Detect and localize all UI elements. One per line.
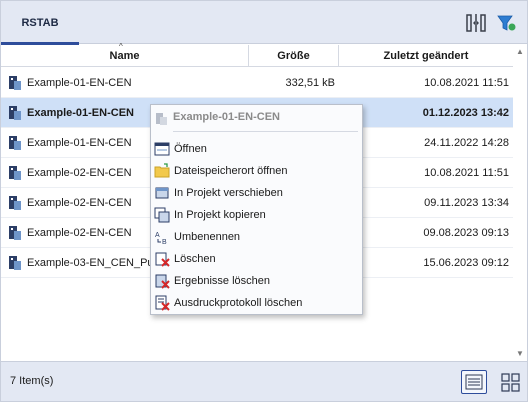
file-modified: 09.11.2023 13:34 xyxy=(424,197,509,209)
file-modified: 10.08.2021 11:51 xyxy=(424,77,509,89)
file-name: Example-01-EN-CEN xyxy=(27,107,134,119)
file-modified: 09.08.2023 09:13 xyxy=(423,227,509,239)
menu-item-label: In Projekt kopieren xyxy=(174,209,266,221)
file-modified: 10.08.2021 11:51 xyxy=(424,167,509,179)
file-name: Example-02-EN-CEN xyxy=(27,197,132,209)
file-modified: 01.12.2023 13:42 xyxy=(422,107,509,119)
rstab-file-icon xyxy=(9,226,21,240)
rstab-file-icon xyxy=(9,256,21,270)
menu-item-label: Umbenennen xyxy=(174,231,241,243)
file-name: Example-03-EN_CEN_Pus xyxy=(27,257,160,269)
rstab-file-icon xyxy=(9,196,21,210)
item-count: 7 Item(s) xyxy=(10,375,54,387)
list-view-icon xyxy=(465,374,483,390)
file-name: Example-01-EN-CEN xyxy=(27,137,132,149)
menu-item-label: Löschen xyxy=(174,253,216,265)
delete-results-icon xyxy=(155,274,170,289)
copy-to-project-icon xyxy=(154,207,170,223)
scroll-up-icon[interactable]: ▲ xyxy=(513,45,527,59)
tab-rstab[interactable]: RSTAB xyxy=(1,1,79,45)
rename-icon: AB xyxy=(155,232,167,245)
list-view-button[interactable] xyxy=(461,370,487,394)
file-name: Example-01-EN-CEN xyxy=(27,77,132,89)
status-bar: 7 Item(s) xyxy=(1,361,527,401)
menu-item-label: In Projekt verschieben xyxy=(174,187,283,199)
file-size: 332,51 kB xyxy=(285,77,335,89)
rstab-file-icon xyxy=(9,166,21,180)
table-header: ^ Name Größe Zuletzt geändert xyxy=(1,42,513,67)
svg-text:B: B xyxy=(162,239,167,245)
context-menu-title: Example-01-EN-CEN xyxy=(173,111,280,123)
grid-view-button[interactable] xyxy=(497,370,523,394)
column-header-size[interactable]: Größe xyxy=(249,45,339,67)
column-header-modified[interactable]: Zuletzt geändert xyxy=(339,45,513,67)
file-modified: 24.11.2022 14:28 xyxy=(424,137,509,149)
menu-item-delete-results[interactable]: Ergebnisse löschen xyxy=(152,270,361,292)
menu-item-label: Öffnen xyxy=(174,143,207,155)
column-header-modified-label: Zuletzt geändert xyxy=(383,50,469,62)
file-name: Example-02-EN-CEN xyxy=(27,167,132,179)
column-header-size-label: Größe xyxy=(277,50,310,62)
rstab-file-icon xyxy=(9,76,21,90)
svg-text:A: A xyxy=(155,232,160,239)
table-row[interactable]: Example-01-EN-CEN 332,51 kB 10.08.2021 1… xyxy=(1,68,513,98)
menu-item-label: Dateispeicherort öffnen xyxy=(174,165,288,177)
menu-item-move-to-project[interactable]: In Projekt verschieben xyxy=(152,182,361,204)
menu-item-rename[interactable]: AB Umbenennen xyxy=(152,226,361,248)
sort-ascending-icon: ^ xyxy=(119,42,123,51)
split-view-icon[interactable] xyxy=(465,12,487,34)
menu-item-copy-to-project[interactable]: In Projekt kopieren xyxy=(152,204,361,226)
menu-item-label: Ausdruckprotokoll löschen xyxy=(174,297,303,309)
folder-icon xyxy=(154,163,170,178)
menu-item-label: Ergebnisse löschen xyxy=(174,275,271,287)
menu-separator xyxy=(173,131,358,132)
vertical-scrollbar[interactable]: ▲ ▼ xyxy=(513,45,527,361)
rstab-file-icon xyxy=(9,106,21,120)
menu-item-open[interactable]: Öffnen xyxy=(152,138,361,160)
move-to-project-icon xyxy=(155,187,169,199)
grid-view-icon xyxy=(501,373,520,392)
open-window-icon xyxy=(154,142,170,156)
file-modified: 15.06.2023 09:12 xyxy=(423,257,509,269)
context-menu: Example-01-EN-CEN Öffnen Dateispeicheror… xyxy=(150,104,363,315)
file-name: Example-02-EN-CEN xyxy=(27,227,132,239)
top-toolbar: RSTAB xyxy=(1,1,527,45)
column-header-name[interactable]: ^ Name xyxy=(1,42,249,67)
filter-icon[interactable] xyxy=(495,12,517,34)
delete-icon xyxy=(155,252,170,267)
rstab-file-icon xyxy=(9,136,21,150)
menu-item-open-location[interactable]: Dateispeicherort öffnen xyxy=(152,160,361,182)
delete-printout-icon xyxy=(155,295,170,311)
column-header-name-label: Name xyxy=(109,50,140,62)
scroll-down-icon[interactable]: ▼ xyxy=(513,347,527,361)
menu-item-delete-printout[interactable]: Ausdruckprotokoll löschen xyxy=(152,292,361,314)
rstab-file-icon xyxy=(156,113,167,125)
file-browser-window: RSTAB ^ Name Größe Zuletzt geändert Exam… xyxy=(0,0,528,402)
tab-rstab-label: RSTAB xyxy=(21,16,59,29)
menu-item-delete[interactable]: Löschen xyxy=(152,248,361,270)
